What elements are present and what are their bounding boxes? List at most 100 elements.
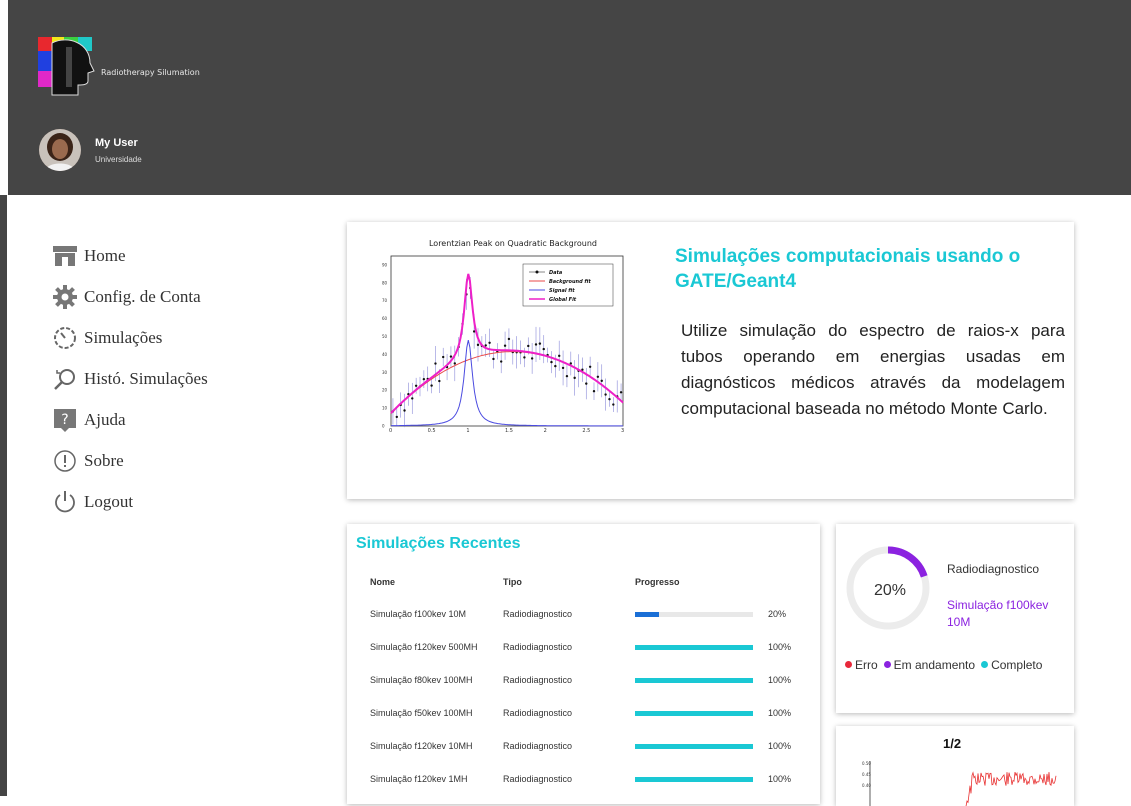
row-name: Simulação f120kev 10MH [370, 741, 473, 751]
legend-background-fit: Background fit [549, 279, 591, 285]
row-type: Radiodiagnostico [503, 675, 573, 685]
row-progress-fill [635, 744, 753, 749]
info-icon [52, 448, 78, 474]
table-row[interactable]: Simulação f100kev 10M Radiodiagnostico 20% [347, 598, 820, 631]
legend-global-fit: Global Fit [549, 297, 577, 303]
column-header-name: Nome [370, 577, 396, 587]
sidebar-item-label: Simulações [84, 327, 163, 347]
row-name: Simulação f80kev 100MH [370, 675, 473, 685]
row-percent: 20% [768, 609, 787, 619]
y-tick-label: 90 [382, 262, 388, 267]
lorentzian-plot-image: Lorentzian Peak on Quadratic Background … [382, 239, 624, 432]
mini-ytick: 0.45 [862, 772, 871, 777]
row-name: Simulação f120kev 1MH [370, 774, 468, 784]
sidebar-item-label: Logout [84, 491, 134, 511]
y-tick-label: 40 [382, 352, 388, 357]
data-point [592, 389, 596, 393]
y-tick-label: 80 [382, 280, 388, 285]
row-name: Simulação f120kev 500MH [370, 642, 478, 652]
row-progress-fill [635, 711, 753, 716]
row-percent: 100% [768, 642, 792, 652]
data-point [550, 360, 553, 364]
avatar[interactable] [39, 129, 81, 171]
table-row[interactable]: Simulação f50kev 100MH Radiodiagnostico 10… [347, 697, 820, 730]
row-progress-bar [635, 744, 753, 749]
x-tick-label: 0.5 [428, 428, 436, 432]
row-type: Radiodiagnostico [503, 741, 573, 751]
row-percent: 100% [768, 774, 792, 784]
sidebar-item-help[interactable]: ? Ajuda [52, 399, 208, 440]
y-tick-label: 60 [382, 316, 388, 321]
sidebar-item-about[interactable]: Sobre [52, 440, 208, 481]
simulation-name-link[interactable]: Simulação f100kev 10M [947, 597, 1067, 631]
row-percent: 100% [768, 708, 792, 718]
mini-chart-card: 1/2 0.50 0.45 0.40 [836, 726, 1074, 806]
data-point [434, 362, 437, 365]
mini-chart-title: 1/2 [943, 736, 962, 751]
data-point [476, 343, 480, 347]
legend-data: Data [549, 270, 563, 276]
data-point [538, 342, 542, 345]
row-percent: 100% [768, 675, 792, 685]
data-point [507, 337, 511, 341]
simulation-status-card: 20% Radiodiagnostico Simulação f100kev 1… [836, 524, 1074, 713]
data-point [612, 403, 615, 406]
data-point [438, 379, 441, 383]
sidebar-item-simulation-history[interactable]: Histó. Simulações [52, 358, 208, 399]
data-point [565, 374, 569, 378]
data-point [588, 365, 592, 368]
data-point [604, 393, 607, 396]
row-progress-fill [635, 612, 659, 617]
sidebar-item-simulations[interactable]: Simulações [52, 317, 208, 358]
table-row[interactable]: Simulação f120kev 10MH Radiodiagnostico 10… [347, 730, 820, 763]
left-edge-bar [0, 195, 7, 796]
x-tick-label: 3 [621, 428, 624, 432]
intro-description: Utilize simulação do espectro de raios-x… [681, 321, 1065, 418]
power-icon [52, 489, 78, 515]
plot-title: Lorentzian Peak on Quadratic Background [429, 239, 597, 248]
y-tick-label: 30 [382, 370, 388, 375]
user-name: My User [95, 137, 138, 149]
intro-title: Simulações computacionais usando o GATE/… [675, 246, 1021, 292]
row-progress-bar [635, 645, 753, 650]
data-point [573, 376, 576, 380]
history-search-icon [52, 366, 78, 392]
row-type: Radiodiagnostico [503, 708, 573, 718]
sidebar-item-label: Config. de Conta [84, 286, 201, 306]
column-header-progress: Progresso [635, 577, 680, 587]
y-tick-label: 70 [382, 298, 388, 303]
legend-signal-fit: Signal fit [549, 288, 575, 294]
data-point [527, 344, 530, 348]
data-point [608, 397, 611, 401]
y-tick-label: 10 [382, 406, 388, 411]
data-point [500, 360, 503, 363]
row-percent: 100% [768, 741, 792, 751]
data-point [414, 384, 418, 387]
data-point [596, 375, 600, 379]
data-point [395, 415, 398, 419]
timer-icon [52, 325, 78, 351]
x-tick-label: 2.5 [582, 428, 590, 432]
sidebar-item-home[interactable]: Home [52, 235, 208, 276]
row-name: Simulação f100kev 10M [370, 609, 467, 619]
sidebar-nav: Home Config. de Conta Simulações Histó. … [52, 235, 208, 522]
sidebar-item-label: Home [84, 245, 126, 265]
data-point [558, 354, 561, 358]
user-org: Universidade [95, 155, 142, 164]
recent-simulations-title: Simulações Recentes [356, 535, 521, 552]
sidebar-item-account-settings[interactable]: Config. de Conta [52, 276, 208, 317]
app-logo[interactable] [38, 37, 96, 104]
row-progress-fill [635, 777, 753, 782]
table-row[interactable]: Simulação f120kev 500MH Radiodiagnostico 1… [347, 631, 820, 664]
mini-ytick: 0.40 [862, 783, 871, 788]
table-row[interactable]: Simulação f80kev 100MH Radiodiagnostico 10… [347, 664, 820, 697]
progress-percent: 20% [874, 582, 907, 599]
top-header: Radiotherapy Silumation My User Universi… [0, 0, 1131, 195]
status-legend: Erro Em andamento Completo [845, 658, 1042, 672]
legend-em-andamento: Em andamento [883, 658, 975, 672]
data-point [534, 343, 538, 346]
data-point [442, 355, 445, 359]
table-row[interactable]: Simulação f120kev 1MH Radiodiagnostico 100… [347, 763, 820, 796]
intro-card: Lorentzian Peak on Quadratic Background … [347, 222, 1074, 499]
sidebar-item-logout[interactable]: Logout [52, 481, 208, 522]
